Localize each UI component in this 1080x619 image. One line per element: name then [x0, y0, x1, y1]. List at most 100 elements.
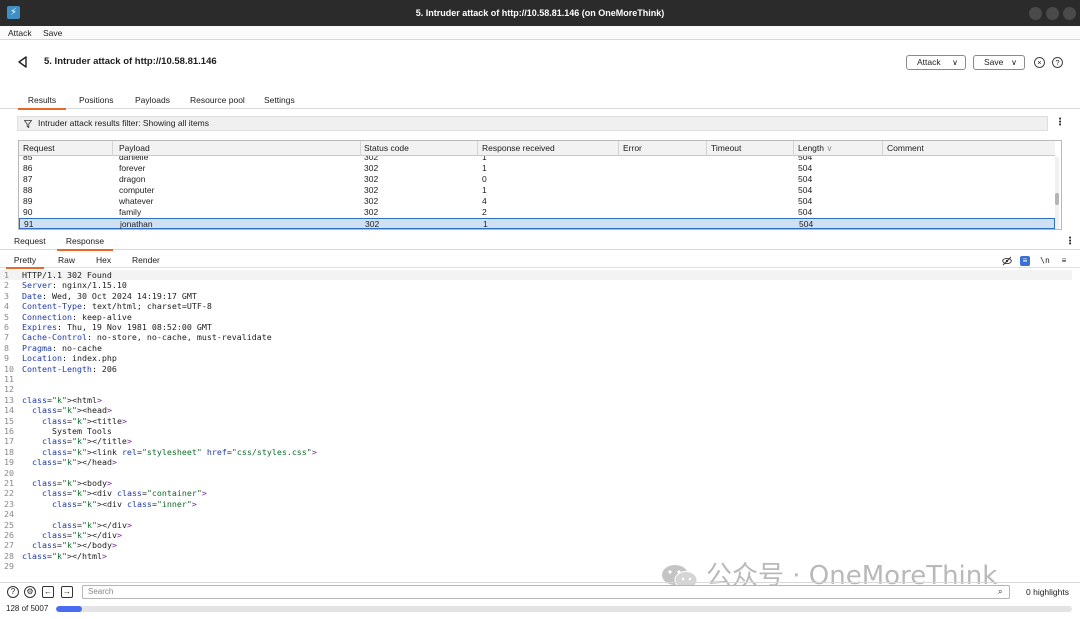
- chevron-down-icon: ∨: [1011, 58, 1017, 67]
- cell-response-received: 1: [483, 219, 488, 229]
- close-attack-icon[interactable]: ×: [1034, 57, 1045, 68]
- cell-status-code: 302: [364, 196, 379, 206]
- column-header-comment[interactable]: Comment: [883, 141, 1055, 156]
- line-number: 5: [4, 311, 9, 322]
- code-text: System Tools: [22, 426, 112, 436]
- line-number: 24: [4, 509, 14, 520]
- tab-settings[interactable]: Settings: [264, 92, 295, 108]
- code-line: 24: [0, 509, 1072, 519]
- code-text: class="k"></title>: [41, 436, 132, 447]
- newline-icon[interactable]: \n: [1040, 256, 1050, 266]
- tab-render[interactable]: Render: [132, 253, 160, 267]
- column-header-request[interactable]: Request: [19, 141, 113, 156]
- table-row[interactable]: 85 danielle 302 1 504: [19, 156, 1055, 163]
- column-header-status-code[interactable]: Status code: [360, 141, 478, 156]
- chevron-down-icon: ∨: [952, 58, 958, 67]
- table-body: 85 danielle 302 1 504 86 forever 302 1 504 87 drago…: [19, 156, 1055, 229]
- cell-length: 504: [798, 163, 813, 173]
- search-input[interactable]: Search: [82, 585, 1010, 599]
- response-editor[interactable]: 1 HTTP/1.1 302 Found 2 Server: nginx/1.15.1…: [0, 270, 1072, 577]
- cell-request: 86: [23, 163, 33, 173]
- close-window-button[interactable]: [1063, 7, 1076, 20]
- code-line: 2 Server: nginx/1.15.10: [0, 280, 1072, 290]
- line-number: 16: [4, 426, 14, 436]
- menu-lines-icon[interactable]: ≡: [1059, 256, 1069, 266]
- column-header-payload[interactable]: Payload: [115, 141, 361, 156]
- cell-length: 504: [798, 185, 813, 195]
- menu-attack[interactable]: Attack: [8, 27, 32, 39]
- settings-gear-icon[interactable]: ⚙: [24, 586, 36, 598]
- table-row[interactable]: 87 dragon 302 0 504: [19, 174, 1055, 185]
- code-text: Content-Length: 206: [22, 363, 117, 374]
- maximize-button[interactable]: [1046, 7, 1059, 20]
- cell-status-code: 302: [365, 219, 380, 229]
- line-number: 2: [4, 280, 9, 291]
- table-row[interactable]: 89 whatever 302 4 504: [19, 196, 1055, 207]
- line-number: 15: [4, 415, 14, 426]
- scrollbar-thumb[interactable]: [1055, 193, 1059, 205]
- code-line: 3 Date: Wed, 30 Oct 2024 14:19:17 GMT: [0, 291, 1072, 301]
- table-row[interactable]: 90 family 302 2 504: [19, 207, 1055, 218]
- column-header-response-received[interactable]: Response received: [478, 141, 619, 156]
- minimize-button[interactable]: [1029, 7, 1042, 20]
- cell-response-received: 2: [482, 207, 487, 217]
- cell-request: 87: [23, 174, 33, 184]
- tab-request[interactable]: Request: [14, 234, 46, 249]
- window-titlebar: ⚡ 5. Intruder attack of http://10.58.81.…: [0, 0, 1080, 26]
- help-icon[interactable]: ?: [7, 586, 19, 598]
- filter-text: Intruder attack results filter: Showing …: [38, 118, 210, 128]
- tab-results[interactable]: Results: [18, 92, 66, 110]
- code-line: 21 class="k"><body>: [0, 478, 1072, 488]
- tab-raw[interactable]: Raw: [58, 253, 75, 267]
- filter-more-icon[interactable]: ⋮: [1055, 118, 1065, 128]
- tab-positions[interactable]: Positions: [79, 92, 114, 108]
- line-number: 3: [4, 290, 9, 301]
- previous-arrow-icon[interactable]: ←: [42, 586, 54, 598]
- table-row[interactable]: 88 computer 302 1 504: [19, 185, 1055, 196]
- line-number: 8: [4, 342, 9, 353]
- panel-more-icon[interactable]: ⋮: [1065, 237, 1075, 247]
- column-header-length[interactable]: Length ∨: [794, 141, 883, 156]
- save-button[interactable]: Save ∨: [973, 55, 1025, 70]
- line-number: 9: [4, 353, 9, 364]
- code-line: 12: [0, 384, 1072, 394]
- tab-hex[interactable]: Hex: [96, 253, 111, 267]
- line-number: 21: [4, 478, 14, 488]
- highlights-count: 0 highlights: [1026, 587, 1070, 597]
- line-number: 17: [4, 436, 14, 447]
- hide-eye-icon[interactable]: [1002, 256, 1012, 266]
- table-row[interactable]: 86 forever 302 1 504: [19, 163, 1055, 174]
- table-row[interactable]: 91 jonathan 302 1 504: [19, 218, 1055, 229]
- code-line: 14 class="k"><head>: [0, 405, 1072, 415]
- tab-response[interactable]: Response: [57, 234, 113, 251]
- cell-length: 504: [798, 174, 813, 184]
- column-header-error[interactable]: Error: [619, 141, 707, 156]
- code-text: Expires: Thu, 19 Nov 1981 08:52:00 GMT: [22, 322, 212, 332]
- cell-request: 90: [23, 207, 33, 217]
- line-number: 22: [4, 488, 14, 499]
- line-number: 19: [4, 457, 14, 468]
- attack-button[interactable]: Attack ∨: [906, 55, 966, 70]
- table-scrollbar[interactable]: [1055, 157, 1059, 229]
- wrap-lines-icon[interactable]: ≡: [1020, 256, 1030, 266]
- tab-pretty[interactable]: Pretty: [6, 253, 44, 269]
- code-line: 23 class="k"><div class="inner">: [0, 499, 1072, 509]
- back-arrow-icon[interactable]: [16, 55, 30, 69]
- line-number: 28: [4, 550, 14, 561]
- code-line: 16 System Tools: [0, 426, 1072, 436]
- menu-save[interactable]: Save: [43, 27, 62, 39]
- search-icon[interactable]: ⌕: [998, 587, 1002, 597]
- code-line: 27 class="k"></body>: [0, 540, 1072, 550]
- code-line: 11: [0, 374, 1072, 384]
- cell-length: 504: [799, 219, 814, 229]
- next-arrow-icon[interactable]: →: [61, 586, 73, 598]
- results-filter-bar[interactable]: Intruder attack results filter: Showing …: [17, 116, 1048, 131]
- column-header-timeout[interactable]: Timeout: [707, 141, 794, 156]
- line-number: 7: [4, 332, 9, 343]
- tab-payloads[interactable]: Payloads: [135, 92, 170, 108]
- tab-resource-pool[interactable]: Resource pool: [190, 92, 245, 108]
- code-text: Server: nginx/1.15.10: [22, 280, 127, 291]
- cell-payload: danielle: [119, 156, 149, 162]
- help-icon[interactable]: ?: [1052, 57, 1063, 68]
- line-number: 6: [4, 322, 9, 332]
